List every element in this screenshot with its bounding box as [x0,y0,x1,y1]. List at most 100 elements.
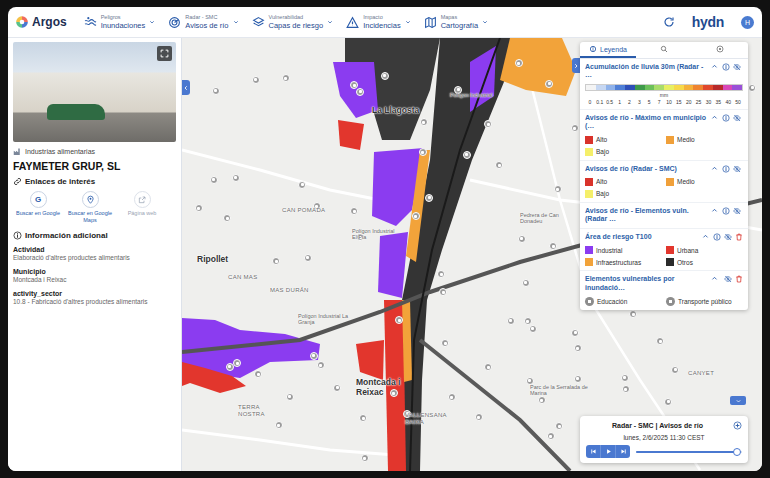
link-button[interactable]: Buscar en Google Maps [65,191,115,224]
map-marker-icon[interactable] [495,161,503,169]
legend-section-header[interactable]: Avisos de río - Elementos vuln. (Radar … [585,207,743,224]
map[interactable]: La LlagostaPolígon IndustrialCAN POMADAP… [182,38,762,471]
map-marker-icon[interactable] [664,398,672,406]
menu-dropdown[interactable]: MapasCartografía [424,14,489,30]
chevron-up-icon[interactable] [711,207,718,214]
map-marker-icon[interactable] [555,422,563,430]
map-marker-icon[interactable] [223,214,231,222]
map-marker-icon[interactable] [475,413,483,421]
map-marker-icon[interactable] [304,254,312,262]
menu-dropdown[interactable]: ImpactoIncidencias [346,14,411,30]
chevron-up-icon[interactable] [702,233,709,240]
chevron-up-icon[interactable] [711,63,718,70]
menu-dropdown[interactable]: VulnerabilidadCapas de riesgo [252,14,334,30]
collapse-legend-tab[interactable] [572,58,580,73]
map-marker-icon[interactable] [629,310,637,318]
map-marker-icon[interactable] [538,396,546,404]
map-marker-icon[interactable] [317,361,325,369]
info-icon[interactable] [713,233,721,241]
map-marker-icon[interactable] [437,270,445,278]
link-circle[interactable] [82,191,99,208]
link-circle[interactable]: G [30,191,47,208]
map-marker-icon[interactable] [515,59,523,67]
legend-section-header[interactable]: Acumulación de lluvia 30m (Radar - … [585,63,743,80]
map-marker-icon[interactable] [463,151,471,159]
map-marker-icon[interactable] [545,80,553,88]
map-marker-icon[interactable] [210,176,218,184]
eye-off-icon[interactable] [733,165,741,173]
risk-area-urban[interactable] [338,120,364,150]
map-marker-icon[interactable] [419,148,427,156]
map-marker-icon[interactable] [554,185,562,193]
map-marker-icon[interactable] [574,375,582,383]
trash-icon[interactable] [735,233,743,241]
map-marker-icon[interactable] [522,279,530,287]
menu-dropdown[interactable]: PeligrosInundaciones [84,14,156,30]
map-marker-icon[interactable] [298,181,306,189]
map-marker-icon[interactable] [518,235,526,243]
eye-off-icon[interactable] [724,233,732,241]
play-button[interactable] [601,445,616,458]
eye-off-icon[interactable] [724,275,732,283]
legend-section-header[interactable]: Avisos de río - Máximo en municipio (… [585,114,743,131]
map-marker-icon[interactable] [359,414,367,422]
risk-area-infrastructure[interactable] [500,38,576,96]
map-marker-icon[interactable] [195,204,203,212]
map-marker-icon[interactable] [484,120,492,128]
user-avatar[interactable]: H [741,16,754,29]
map-marker-icon[interactable] [381,72,389,80]
map-marker-icon[interactable] [547,432,555,440]
map-marker-icon[interactable] [526,377,534,385]
legend-tab[interactable] [636,42,692,58]
map-marker-icon[interactable] [282,74,290,82]
map-marker-icon[interactable] [748,84,756,92]
risk-area-urban[interactable] [356,340,384,380]
eye-off-icon[interactable] [733,63,741,71]
map-marker-icon[interactable] [439,288,447,296]
highway[interactable] [420,340,570,471]
map-marker-icon[interactable] [671,366,679,374]
map-marker-icon[interactable] [484,363,492,371]
time-slider[interactable] [636,451,742,453]
chevron-up-icon[interactable] [711,275,718,282]
logo[interactable]: Argos [15,15,67,29]
legend-section-header[interactable]: Área de riesgo T100 [585,233,743,241]
legend-section-header[interactable]: Elementos vulnerables por inundació… [585,275,743,292]
map-marker-icon[interactable] [571,124,579,132]
eye-off-icon[interactable] [733,114,741,122]
map-marker-icon[interactable] [356,88,364,96]
map-marker-icon[interactable] [272,257,280,265]
map-marker-icon[interactable] [333,384,341,392]
map-marker-icon[interactable] [529,325,537,333]
chevron-up-icon[interactable] [711,114,718,121]
risk-area-infrastructure[interactable] [406,150,430,262]
info-icon[interactable] [722,207,730,215]
add-icon[interactable] [733,421,742,430]
risk-area-infrastructure[interactable] [402,300,412,382]
risk-area-industrial[interactable] [470,46,496,112]
map-marker-icon[interactable] [621,374,629,382]
road[interactable] [182,150,380,200]
risk-area-industrial[interactable] [378,232,408,298]
skip-back-button[interactable] [586,445,601,458]
trash-icon[interactable] [735,275,743,283]
collapse-panel-tab[interactable] [182,80,190,95]
timeline-collapse-button[interactable] [730,396,746,405]
legend-tab[interactable]: Leyenda [580,42,636,58]
map-marker-icon[interactable] [441,339,449,347]
eye-off-icon[interactable] [733,207,741,215]
map-marker-icon[interactable] [571,329,579,337]
legend-tab[interactable] [692,42,748,58]
info-icon[interactable] [722,165,730,173]
map-marker-icon[interactable] [622,385,630,393]
map-marker-icon[interactable] [350,207,358,215]
chevron-up-icon[interactable] [711,165,718,172]
time-slider-thumb[interactable] [733,448,741,456]
legend-section-header[interactable]: Avisos de río (Radar - SMC) [585,165,743,173]
map-marker-icon[interactable] [507,317,515,325]
map-marker-icon[interactable] [254,370,262,378]
map-marker-icon[interactable] [310,352,318,360]
map-marker-icon[interactable] [420,118,428,126]
map-marker-icon[interactable] [252,76,260,84]
map-marker-icon[interactable] [549,242,557,250]
